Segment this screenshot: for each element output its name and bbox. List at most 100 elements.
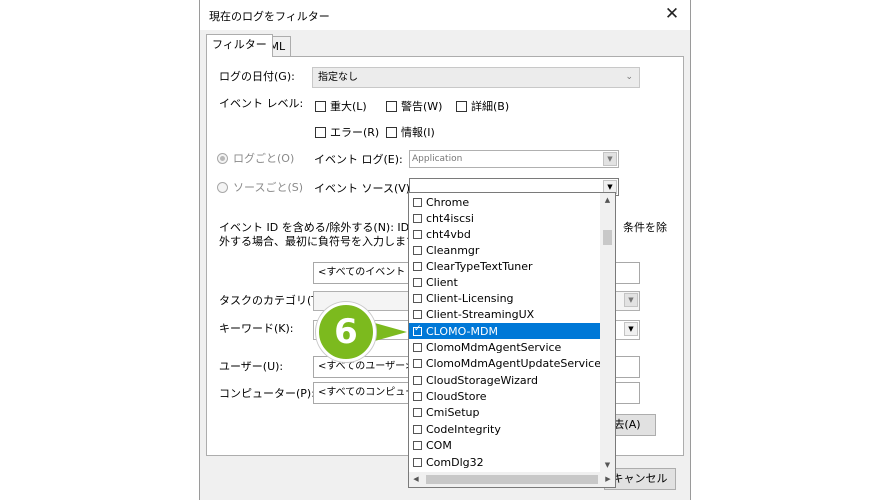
level-critical-label: 重大(L) <box>330 100 367 113</box>
checkbox-box <box>413 277 422 287</box>
list-item-label: cht4iscsi <box>426 211 474 225</box>
by-log-radio[interactable]: ログごと(O) <box>217 150 294 166</box>
scroll-up-icon[interactable]: ▲ <box>600 193 615 207</box>
list-item-label: Cleanmgr <box>426 243 480 257</box>
scrollbar-thumb[interactable] <box>426 475 598 484</box>
list-item-label: CmiSetup <box>426 405 480 419</box>
chevron-down-icon[interactable]: ▼ <box>624 293 638 307</box>
level-error-checkbox[interactable]: エラー(R) <box>315 124 379 140</box>
vertical-scrollbar[interactable]: ▲ ▼ <box>600 193 615 472</box>
date-select[interactable]: 指定なし ⌄ <box>312 67 640 88</box>
list-item-label: CodeIntegrity <box>426 422 501 436</box>
list-item[interactable]: cht4vbd <box>409 226 601 242</box>
level-warning-label: 警告(W) <box>401 100 443 113</box>
event-id-description-3: 条件を除 <box>623 221 667 234</box>
list-item[interactable]: CodeIntegrity <box>409 421 601 437</box>
radio-dot <box>217 152 228 164</box>
level-verbose-checkbox[interactable]: 詳細(B) <box>456 98 509 114</box>
callout-pointer <box>371 322 407 342</box>
list-item[interactable]: Client-Licensing <box>409 290 601 306</box>
list-item[interactable]: Chrome <box>409 194 601 210</box>
list-item[interactable]: CloudStore <box>409 388 601 404</box>
list-item[interactable]: CloudStorageWizard <box>409 372 601 388</box>
list-item[interactable]: ClomoMdmAgentService <box>409 339 601 355</box>
dialog-title: 現在のログをフィルター <box>209 10 330 23</box>
list-item-label: Chrome <box>426 195 470 209</box>
list-item[interactable]: ClomoMdmAgentUpdateService <box>409 355 601 371</box>
checkbox-box <box>413 457 422 467</box>
list-item-label: cht4vbd <box>426 227 471 241</box>
checkbox-box <box>413 391 422 401</box>
event-source-label: イベント ソース(V): <box>314 182 414 195</box>
checkbox-box <box>413 229 422 239</box>
list-item[interactable]: Client <box>409 274 601 290</box>
list-item[interactable]: Cleanmgr <box>409 242 601 258</box>
list-item-label: COM <box>426 438 452 452</box>
level-info-checkbox[interactable]: 情報(I) <box>386 124 435 140</box>
task-category-label: タスクのカテゴリ(T): <box>219 294 327 307</box>
scroll-left-icon[interactable]: ◀ <box>409 472 423 487</box>
event-log-label: イベント ログ(E): <box>314 153 403 166</box>
event-id-description-2: 外する場合、最初に負符号を入力します。例 <box>219 235 438 248</box>
list-item-label: Client-Licensing <box>426 291 514 305</box>
checkbox-box <box>315 126 326 138</box>
list-item-selected[interactable]: CLOMO-MDM <box>409 323 601 339</box>
list-item[interactable]: cht4iscsi <box>409 210 601 226</box>
date-value: 指定なし <box>318 72 358 83</box>
checkbox-box <box>413 261 422 271</box>
list-item-label: ComDlg32 <box>426 455 484 469</box>
checkbox-box <box>413 293 422 303</box>
title-bar: 現在のログをフィルター ✕ <box>200 0 690 30</box>
checkbox-box <box>413 213 422 223</box>
scroll-down-icon[interactable]: ▼ <box>600 458 615 472</box>
by-source-radio[interactable]: ソースごと(S) <box>217 179 303 195</box>
tab-filter[interactable]: フィルター <box>206 34 273 57</box>
step-number: 6 <box>334 312 358 352</box>
event-log-combo[interactable]: Application ▼ <box>409 150 619 168</box>
radio-dot <box>217 181 228 193</box>
list-item-label: CLOMO-MDM <box>426 324 498 338</box>
list-item-label: Client-StreamingUX <box>426 307 535 321</box>
checkbox-box <box>413 197 422 207</box>
list-item[interactable]: ComDlg32 <box>409 454 601 470</box>
checkbox-box <box>413 358 422 368</box>
chevron-down-icon[interactable]: ▼ <box>624 322 638 336</box>
checkbox-box <box>413 245 422 255</box>
checkbox-box <box>413 407 422 417</box>
list-item[interactable]: ClearTypeTextTuner <box>409 258 601 274</box>
chevron-down-icon: ⌄ <box>625 72 633 82</box>
chevron-down-icon[interactable]: ▼ <box>603 152 617 166</box>
close-icon[interactable]: ✕ <box>662 4 682 24</box>
list-item-label: Client <box>426 275 458 289</box>
checkbox-box <box>386 100 397 112</box>
checkbox-box <box>386 126 397 138</box>
event-log-value: Application <box>412 154 463 164</box>
level-verbose-label: 詳細(B) <box>471 100 510 113</box>
checkbox-box <box>413 342 422 352</box>
checkbox-box <box>413 424 422 434</box>
list-item-label: ClearTypeTextTuner <box>426 259 533 273</box>
level-warning-checkbox[interactable]: 警告(W) <box>386 98 442 114</box>
list-item-label: CloudStorageWizard <box>426 373 538 387</box>
horizontal-scrollbar[interactable]: ◀ ▶ <box>409 472 615 487</box>
checkbox-box <box>413 309 422 319</box>
checkbox-box <box>456 100 467 112</box>
computer-label: コンピューター(P): <box>219 387 315 400</box>
list-item[interactable]: Client-StreamingUX <box>409 306 601 322</box>
scrollbar-thumb[interactable] <box>603 230 612 245</box>
keywords-label: キーワード(K): <box>219 322 294 335</box>
list-item-label: ClomoMdmAgentUpdateService <box>425 356 601 370</box>
event-level-label: イベント レベル: <box>219 97 304 110</box>
user-label: ユーザー(U): <box>219 360 284 373</box>
level-critical-checkbox[interactable]: 重大(L) <box>315 98 367 114</box>
list-item[interactable]: COM <box>409 437 601 453</box>
list-item[interactable]: CmiSetup <box>409 404 601 420</box>
list-item-label: ClomoMdmAgentService <box>426 340 562 354</box>
scroll-right-icon[interactable]: ▶ <box>601 472 615 487</box>
date-label: ログの日付(G): <box>219 70 295 83</box>
by-source-label: ソースごと(S) <box>233 181 304 194</box>
event-source-dropdown[interactable]: Chrome cht4iscsi cht4vbd Cleanmgr ClearT… <box>408 192 616 488</box>
level-error-label: エラー(R) <box>330 126 380 139</box>
level-info-label: 情報(I) <box>401 126 435 139</box>
checkbox-box <box>413 375 422 385</box>
